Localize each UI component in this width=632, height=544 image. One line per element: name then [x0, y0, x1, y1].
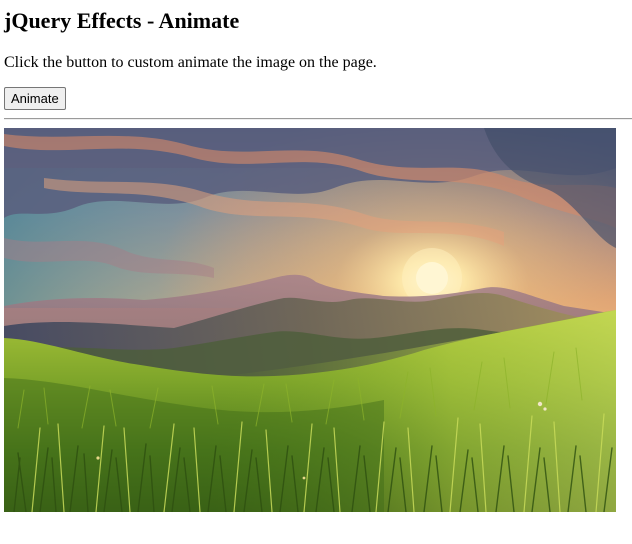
horizontal-divider: [4, 118, 632, 120]
landscape-image: [4, 128, 616, 512]
page: jQuery Effects - Animate Click the butto…: [0, 0, 632, 512]
animate-button[interactable]: Animate: [4, 87, 66, 110]
page-title: jQuery Effects - Animate: [4, 8, 240, 33]
page-description: Click the button to custom animate the i…: [4, 54, 377, 71]
